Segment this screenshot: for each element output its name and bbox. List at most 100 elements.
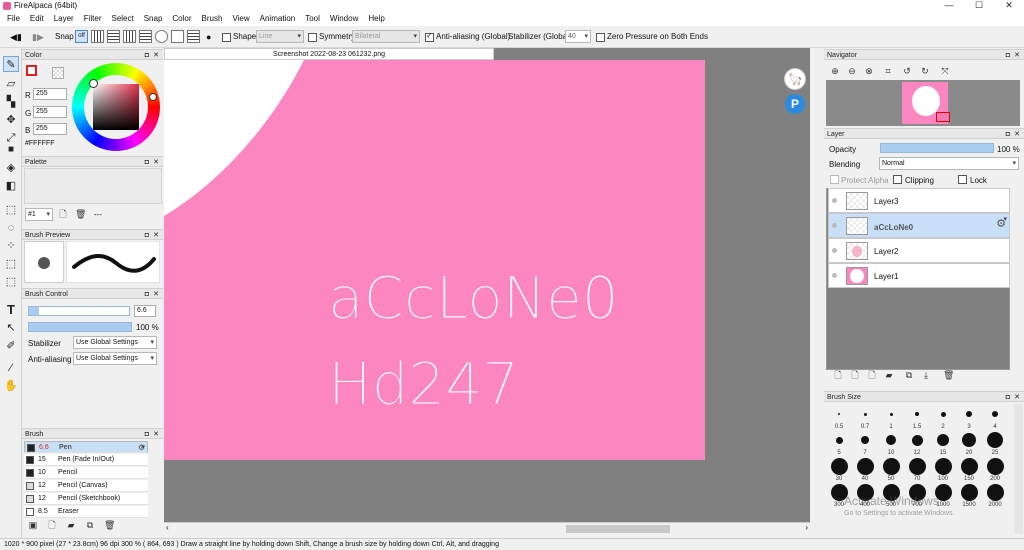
brush-size-dot[interactable] [986, 483, 1004, 501]
brush-stabilizer-select[interactable]: Use Global Settings [73, 336, 157, 349]
gradient-tool-icon[interactable]: ◧ [3, 178, 19, 194]
brush-size-dot[interactable] [940, 411, 946, 417]
float-icon[interactable]: ◘ [1006, 392, 1010, 403]
palette-set-select[interactable]: #1 [25, 208, 53, 221]
brush-size-dot[interactable] [863, 412, 867, 416]
brush-antialias-select[interactable]: Use Global Settings [73, 352, 157, 365]
primary-color-swatch[interactable] [26, 65, 37, 76]
document-tab[interactable]: Screenshot 2022-08-23 061232.png [164, 48, 494, 60]
brush-item-pen-fade[interactable]: 15 Pen (Fade In/Out) [24, 454, 148, 466]
sv-cursor[interactable] [89, 79, 98, 88]
stabilizer-select[interactable]: 40 [565, 30, 591, 43]
menu-layer[interactable]: Layer [49, 12, 79, 26]
dot-settings-icon[interactable]: ● [206, 30, 211, 44]
delete-layer-icon[interactable]: 🗑 [943, 370, 954, 380]
rotate-right-icon[interactable]: ↻ [920, 66, 930, 76]
brush-new-icon[interactable]: 🗋 [47, 520, 57, 530]
float-icon[interactable]: ◘ [1006, 129, 1010, 140]
shape-select[interactable]: Line [256, 30, 304, 43]
brush-size-dot[interactable] [911, 434, 923, 446]
zoom-in-icon[interactable]: ⊕ [830, 66, 840, 76]
dot-tool-icon[interactable]: ▚ [3, 94, 19, 110]
close-panel-icon[interactable]: ✕ [1014, 129, 1020, 140]
horizontal-scrollbar[interactable]: ‹ › [164, 522, 810, 534]
divide-tool-icon[interactable]: ✐ [3, 338, 19, 354]
blending-select[interactable]: Normal [879, 157, 1019, 170]
navigator-viewport[interactable] [936, 112, 950, 122]
menu-file[interactable]: File [2, 12, 25, 26]
brush-size-dot[interactable] [908, 457, 926, 475]
close-panel-icon[interactable]: ✕ [153, 157, 159, 168]
zoom-fit-icon[interactable]: ⊗ [864, 66, 874, 76]
snap-off-button[interactable]: off [75, 30, 88, 43]
document-canvas[interactable]: aCcLoNe0 Hd247 [164, 60, 705, 460]
layer-row-layer3[interactable]: Layer3 [828, 188, 1010, 213]
prev-frame-icon[interactable]: ◀▮ [10, 30, 22, 44]
eyedropper-tool-icon[interactable]: ⁄ [3, 360, 19, 376]
brush-size-dot[interactable] [861, 436, 869, 444]
brush-opacity-slider[interactable] [28, 322, 132, 332]
text-tool-icon[interactable]: T [3, 302, 19, 318]
brush-size-dot[interactable] [992, 411, 998, 417]
hue-wheel[interactable] [72, 63, 160, 151]
brush-size-dot[interactable] [856, 457, 874, 475]
menu-edit[interactable]: Edit [25, 12, 49, 26]
snap-vanishing-button[interactable] [123, 30, 136, 43]
canvas-area[interactable]: aCcLoNe0 Hd247 🦙 P [164, 48, 810, 522]
brush-folder-icon[interactable]: ▰ [66, 520, 76, 530]
brush-size-dot[interactable] [987, 432, 1003, 448]
r-field[interactable]: 255 [33, 88, 67, 100]
palette-area[interactable] [24, 168, 162, 204]
pixiv-icon[interactable]: P [785, 94, 805, 114]
snap-curve-button[interactable] [171, 30, 184, 43]
lock-checkbox[interactable] [958, 175, 967, 184]
g-field[interactable]: 255 [33, 106, 67, 118]
scroll-left-icon[interactable]: ‹ [166, 523, 169, 532]
alpaca-mascot-icon[interactable]: 🦙 [784, 68, 806, 90]
brush-size-dot[interactable] [886, 435, 896, 445]
menu-help[interactable]: Help [363, 12, 389, 26]
bucket-tool-icon[interactable]: ◈ [3, 160, 19, 176]
symmetry-checkbox[interactable] [308, 33, 317, 42]
magic-wand-tool-icon[interactable]: ⁘ [3, 238, 19, 254]
brush-item-pen[interactable]: 6.6 Pen ⚙ [24, 441, 148, 454]
brush-item-pencil-canvas[interactable]: 12 Pencil (Canvas) [24, 480, 148, 492]
horizontal-scroll-thumb[interactable] [566, 525, 670, 533]
brush-size-dot[interactable] [838, 413, 840, 415]
antialias-checkbox[interactable] [425, 31, 434, 42]
snap-crisscross-button[interactable] [107, 30, 120, 43]
snap-parallel-button[interactable] [91, 30, 104, 43]
brush-size-dot[interactable] [962, 433, 976, 447]
layer-opacity-slider[interactable] [880, 143, 994, 153]
float-icon[interactable]: ◘ [145, 230, 149, 241]
move-tool-icon[interactable]: ✥ [3, 112, 19, 128]
menu-animation[interactable]: Animation [255, 12, 301, 26]
close-panel-icon[interactable]: ✕ [1014, 392, 1020, 403]
rotate-left-icon[interactable]: ↺ [902, 66, 912, 76]
close-panel-icon[interactable]: ✕ [153, 50, 159, 61]
layer-visibility-icon[interactable] [832, 248, 837, 253]
menu-tool[interactable]: Tool [300, 12, 325, 26]
float-icon[interactable]: ◘ [145, 289, 149, 300]
menu-brush[interactable]: Brush [197, 12, 228, 26]
select-tool-icon[interactable]: ⬚ [3, 202, 19, 218]
next-frame-icon[interactable]: ▮▶ [32, 30, 44, 44]
layer-visibility-icon[interactable] [832, 198, 837, 203]
hand-tool-icon[interactable]: ✋ [3, 378, 19, 394]
close-button[interactable]: ✕ [994, 0, 1024, 11]
protect-alpha-checkbox[interactable] [830, 175, 839, 184]
select-pen-tool-icon[interactable]: ⬚ [3, 256, 19, 272]
brush-size-dot[interactable] [830, 457, 848, 475]
brush-size-field[interactable]: 6.6 [134, 305, 156, 317]
brush-duplicate-icon[interactable]: ⧉ [85, 520, 95, 530]
layer-visibility-icon[interactable] [832, 223, 837, 228]
shape-checkbox[interactable] [222, 33, 231, 42]
clipping-checkbox[interactable] [893, 175, 902, 184]
navigator-preview[interactable] [826, 80, 1020, 126]
close-panel-icon[interactable]: ✕ [153, 429, 159, 440]
close-panel-icon[interactable]: ✕ [153, 289, 159, 300]
brush-size-dot[interactable] [960, 483, 978, 501]
brush-size-scrollbar[interactable] [1014, 404, 1023, 534]
brush-item-pencil-sketchbook[interactable]: 12 Pencil (Sketchbook) [24, 493, 148, 505]
new-folder-icon[interactable]: ▰ [884, 370, 894, 380]
